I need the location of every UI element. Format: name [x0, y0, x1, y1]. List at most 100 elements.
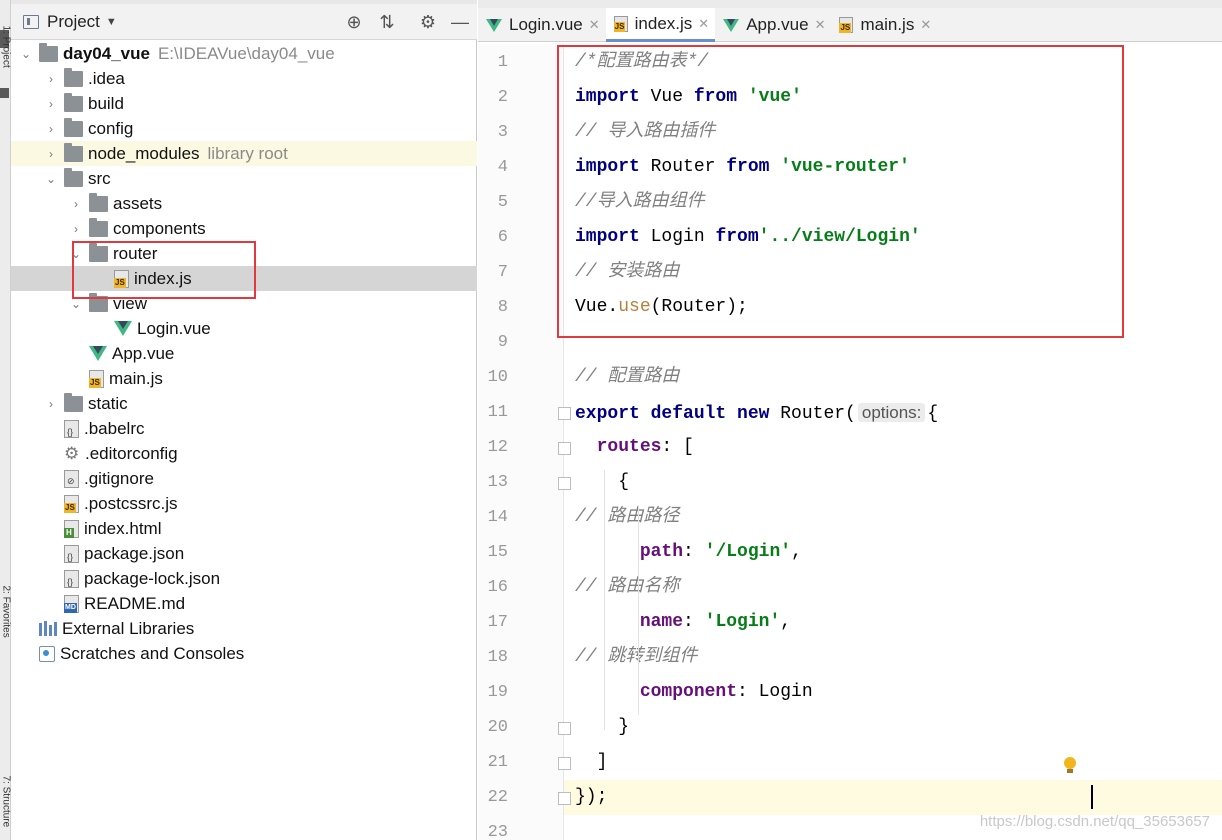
tree-row[interactable]: Hindex.html [11, 516, 477, 541]
locate-icon[interactable]: ⊕ [341, 8, 367, 36]
tree-row[interactable]: ⚙ .editorconfig [11, 441, 477, 466]
code-token: export default new [575, 404, 770, 424]
tree-row[interactable]: {} .babelrc [11, 416, 477, 441]
json-file-icon: {} [64, 544, 79, 563]
scratches-icon [39, 645, 55, 662]
code-line: // 路由路径 [575, 500, 679, 535]
code-token: : Login [737, 682, 813, 702]
editor-tab[interactable]: Login.vue ✕ [478, 8, 606, 42]
fold-marker-icon[interactable] [558, 792, 571, 805]
lightbulb-icon[interactable] [1063, 757, 1077, 775]
tree-row[interactable]: MD README.md [11, 591, 477, 616]
chevron-down-icon[interactable]: ⌄ [19, 47, 33, 61]
tree-row[interactable]: › assets [11, 191, 477, 216]
indent-guide [638, 505, 639, 715]
tree-row[interactable]: External Libraries [11, 616, 477, 641]
close-icon[interactable]: ✕ [920, 17, 931, 33]
chevron-right-icon[interactable]: › [44, 397, 58, 411]
tree-row[interactable]: › .idea [11, 66, 477, 91]
line-number: 4 [497, 158, 508, 177]
tree-row[interactable]: Login.vue [11, 316, 477, 341]
close-icon[interactable]: ✕ [589, 17, 600, 33]
project-tool-window: Project ▼ ⊕ ⇅ ⚙ — ⌄ day04_vue E:\IDEAVue\d… [11, 0, 477, 840]
project-view-selector[interactable]: Project [47, 12, 100, 32]
tree-row[interactable]: › config [11, 116, 477, 141]
collapse-all-icon[interactable]: ⇅ [374, 8, 400, 36]
tree-row[interactable]: › components [11, 216, 477, 241]
tree-row[interactable]: › build [11, 91, 477, 116]
close-icon[interactable]: ✕ [815, 17, 826, 33]
chevron-right-icon[interactable]: › [69, 197, 83, 211]
structure-strip-label[interactable]: 7: Structure [1, 776, 12, 828]
hide-panel-icon[interactable]: — [447, 8, 473, 36]
js-file-icon: JS [64, 494, 79, 513]
editor-tab[interactable]: App.vue ✕ [715, 8, 831, 42]
tree-row[interactable]: › static [11, 391, 477, 416]
line-number: 10 [487, 368, 508, 387]
line-number: 13 [487, 473, 508, 492]
highlight-box-router [72, 241, 256, 299]
line-number: 22 [487, 788, 508, 807]
tree-row[interactable]: ⌄ src [11, 166, 477, 191]
line-number: 18 [487, 648, 508, 667]
tree-row[interactable]: JS main.js [11, 366, 477, 391]
tree-row[interactable]: Scratches and Consoles [11, 641, 477, 666]
tree-row[interactable]: {} package.json [11, 541, 477, 566]
chevron-down-icon[interactable]: ▼ [106, 16, 117, 28]
chevron-right-icon[interactable]: › [44, 97, 58, 111]
chevron-down-icon[interactable]: ⌄ [44, 172, 58, 186]
chevron-right-icon[interactable]: › [44, 72, 58, 86]
code-token: component [639, 682, 738, 702]
line-number: 2 [497, 88, 508, 107]
chevron-right-icon[interactable]: › [44, 147, 58, 161]
js-file-icon: JS [89, 369, 104, 388]
code-token: // 路由名称 [575, 577, 680, 597]
tree-row[interactable]: JS .postcssrc.js [11, 491, 477, 516]
tree-row[interactable]: ⌄ day04_vue E:\IDEAVue\day04_vue [11, 41, 477, 66]
fold-marker-icon[interactable] [558, 757, 571, 770]
tree-row[interactable]: › node_modules library root [11, 141, 477, 166]
chevron-right-icon[interactable]: › [69, 222, 83, 236]
editor-top-edge [478, 0, 1222, 8]
tree-row[interactable]: App.vue [11, 341, 477, 366]
close-icon[interactable]: ✕ [698, 16, 709, 32]
chevron-right-icon[interactable]: › [44, 122, 58, 136]
line-number-gutter: 1 2 3 4 5 6 7 8 9 10 11 12 13 14 15 16 17 18 19 20 21 22 23 [478, 44, 571, 840]
tree-item-label: README.md [84, 593, 186, 613]
line-number: 5 [497, 193, 508, 212]
tree-row[interactable]: ⊘ .gitignore [11, 466, 477, 491]
code-token: { [927, 404, 939, 424]
editor-tab[interactable]: JS index.js ✕ [605, 8, 716, 42]
project-strip-label[interactable]: 1: Project [1, 26, 12, 68]
tree-row[interactable]: {} package-lock.json [11, 566, 477, 591]
fold-marker-icon[interactable] [558, 407, 571, 420]
project-header: Project ▼ ⊕ ⇅ ⚙ — [11, 4, 477, 40]
project-view-icon [23, 14, 39, 29]
folder-icon [64, 117, 83, 137]
code-token: path [639, 542, 684, 562]
code-token: : [683, 542, 705, 562]
editor-tab[interactable]: JS main.js ✕ [831, 8, 937, 42]
favorites-strip-label[interactable]: 2: Favorites [1, 586, 12, 638]
line-number: 14 [487, 508, 508, 527]
code-line: { [575, 465, 629, 500]
vue-file-icon [114, 321, 132, 336]
code-token: // 配置路由 [575, 367, 680, 387]
tree-item-label: Login.vue [137, 318, 211, 338]
fold-marker-icon[interactable] [558, 722, 571, 735]
folder-icon [64, 142, 83, 162]
gear-icon[interactable]: ⚙ [415, 8, 441, 36]
tree-item-label: static [88, 393, 128, 413]
code-token: routes [596, 437, 662, 457]
line-number: 11 [487, 403, 508, 422]
tree-item-label: components [113, 218, 206, 238]
fold-marker-icon[interactable] [558, 477, 571, 490]
fold-marker-icon[interactable] [558, 442, 571, 455]
tab-label: main.js [860, 15, 915, 34]
tree-item-label: External Libraries [62, 618, 195, 638]
